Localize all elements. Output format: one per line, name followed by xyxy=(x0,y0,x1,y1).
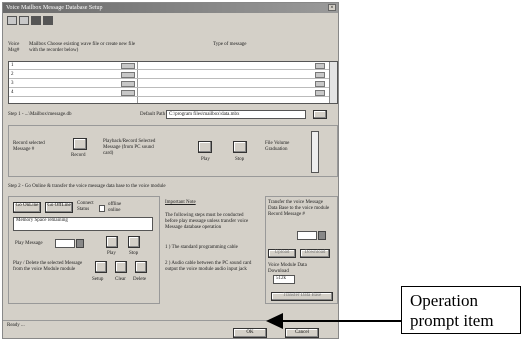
row-dropdown[interactable] xyxy=(121,81,135,87)
spin-icon[interactable] xyxy=(76,239,84,248)
record-label: Record selected Message # xyxy=(13,141,45,152)
size-label: Voice Module Data Download xyxy=(268,263,307,274)
message-number-field[interactable] xyxy=(55,239,75,248)
note-line-3: 2 ) Audio cable between the PC sound car… xyxy=(165,261,252,272)
stop-message-icon[interactable] xyxy=(128,236,140,248)
play-icon[interactable] xyxy=(198,141,212,153)
download-button[interactable]: Download xyxy=(300,249,330,258)
delete-icon[interactable] xyxy=(135,261,147,273)
row-type-dropdown[interactable] xyxy=(315,81,325,87)
callout-line-2: prompt item xyxy=(410,311,494,330)
default-path-label: Default Path xyxy=(140,112,166,117)
file-volume-label: File Volume Graduation xyxy=(265,141,290,152)
cancel-button[interactable]: Cancel xyxy=(285,328,319,338)
path-field[interactable]: C:\program files\mailbox\data.mbx xyxy=(166,110,306,119)
clear-label: Clear xyxy=(115,277,126,282)
col-voice-msg: Voice Msg# xyxy=(8,42,20,53)
stop-icon[interactable] xyxy=(233,141,247,153)
rerecord-label: Record xyxy=(71,153,86,158)
status-text: Ready ... xyxy=(7,323,25,328)
stop-btn-label: Stop xyxy=(129,251,139,256)
transfer-msg-field[interactable] xyxy=(297,231,317,240)
clear-icon[interactable] xyxy=(115,261,127,273)
table-row[interactable]: 1 xyxy=(9,62,337,70)
row-number: 1 xyxy=(11,63,14,68)
ok-button[interactable]: OK xyxy=(233,328,267,338)
table-row[interactable]: 3 xyxy=(9,80,337,88)
callout-arrow-line xyxy=(282,320,401,322)
play-message-icon[interactable] xyxy=(106,236,118,248)
row-type-dropdown[interactable] xyxy=(315,90,325,96)
row-dropdown[interactable] xyxy=(121,72,135,78)
setup-icon[interactable] xyxy=(95,261,107,273)
size-field[interactable]: 512k xyxy=(273,275,295,284)
step2-text: Step 2 - Go Online & transfer the voice … xyxy=(8,184,166,189)
open-icon[interactable] xyxy=(7,16,17,25)
table-row[interactable]: 4 xyxy=(9,89,337,97)
callout-arrowhead xyxy=(266,313,283,329)
save-icon[interactable] xyxy=(31,16,41,25)
col-type: Type of message xyxy=(213,42,247,47)
note-line-2: 1 ) The standard programming cable xyxy=(165,245,238,250)
setup-label: Setup xyxy=(92,277,104,282)
window-title: Voice Mailbox Message Database Setup xyxy=(3,3,338,13)
callout-line-1: Operation xyxy=(410,291,478,310)
table-row[interactable]: 2 xyxy=(9,71,337,79)
row-type-dropdown[interactable] xyxy=(315,72,325,78)
go-online-button[interactable]: Go OnLine xyxy=(13,202,41,213)
row-number: 4 xyxy=(11,90,14,95)
delete-label: Delete xyxy=(133,277,147,282)
row-dropdown[interactable] xyxy=(121,90,135,96)
transfer-spin-icon[interactable] xyxy=(318,231,326,240)
transfer-text: Transfer the voice Message Data Base to … xyxy=(268,200,330,217)
delete-description: Play / Delete the selected Message from … xyxy=(13,261,83,272)
row-type-dropdown[interactable] xyxy=(315,63,325,69)
playback-label: Playback/Record Selected Message (from P… xyxy=(103,139,156,156)
row-dropdown[interactable] xyxy=(121,63,135,69)
memory-field: Memory Space remaining xyxy=(13,217,153,231)
app-window: Voice Mailbox Message Database Setup × V… xyxy=(2,2,339,339)
row-number: 2 xyxy=(11,72,14,77)
note-line-1: The following steps must be conducted be… xyxy=(165,213,249,230)
volume-slider[interactable] xyxy=(311,131,319,173)
message-grid[interactable]: 1 2 3 4 xyxy=(8,61,338,104)
play-message-label: Play Message xyxy=(15,241,43,246)
record-button[interactable] xyxy=(73,138,87,150)
close-button[interactable]: × xyxy=(328,4,336,11)
play-btn-label: Play xyxy=(107,251,116,256)
callout-box: Operation prompt item xyxy=(401,286,521,334)
new-icon[interactable] xyxy=(19,16,29,25)
settings-icon[interactable] xyxy=(43,16,53,25)
path-step-label: Step 1 - ...\Mailbox\message.db xyxy=(8,112,72,117)
grid-scrollbar[interactable] xyxy=(329,62,337,103)
row-number: 3 xyxy=(11,81,14,86)
transfer-database-button[interactable]: Transfer Data Base xyxy=(271,292,333,301)
note-heading: Important Note xyxy=(165,200,196,205)
upload-button[interactable]: Upload xyxy=(268,249,296,258)
connect-checkbox[interactable] xyxy=(99,205,105,212)
play-label: Play xyxy=(201,157,210,162)
offline-online-label: offline online xyxy=(108,202,122,213)
connect-status-label: Connect Status xyxy=(77,201,94,212)
go-offline-button[interactable]: Go OffLine xyxy=(45,202,73,213)
stop-label: Stop xyxy=(235,157,245,162)
col-mailbox: Mailbox Choose existing wave file or cre… xyxy=(29,42,136,53)
browse-button[interactable] xyxy=(313,110,327,119)
